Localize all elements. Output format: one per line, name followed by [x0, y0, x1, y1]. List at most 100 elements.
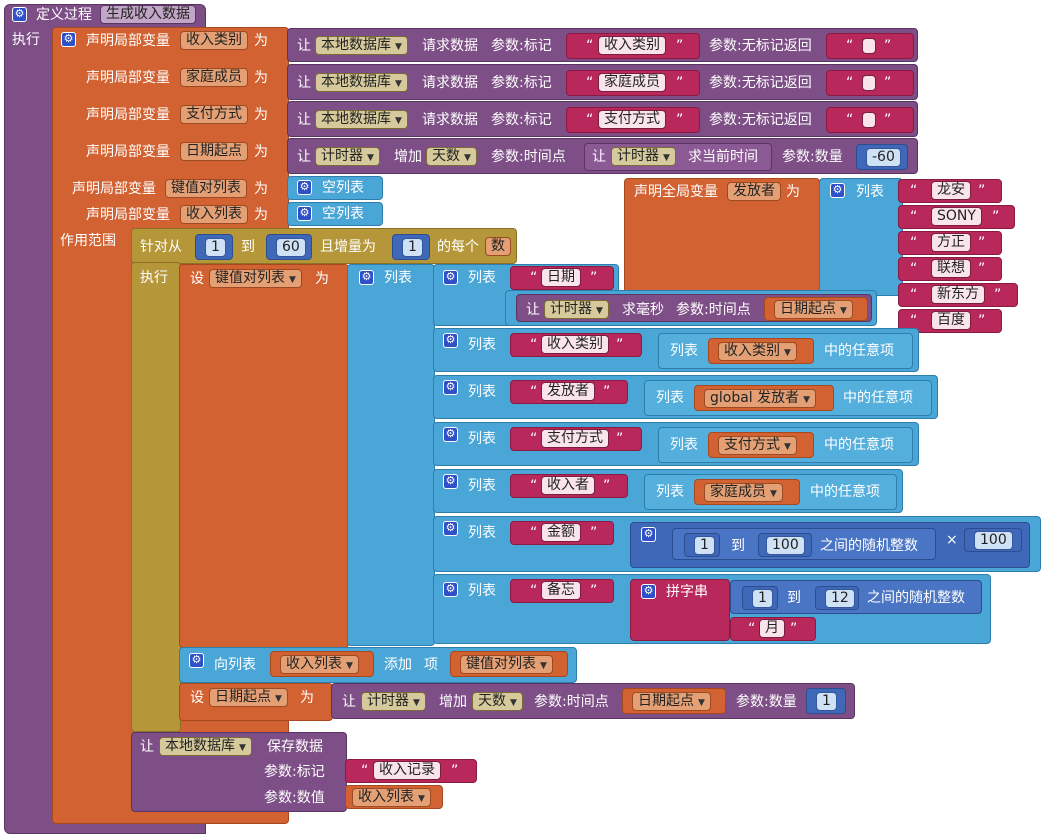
- variable-name: 键值对列表: [466, 656, 536, 672]
- timer-dropdown[interactable]: 计时器 ▼: [315, 147, 380, 166]
- variable-dropdown[interactable]: 日期起点 ▼: [774, 300, 853, 319]
- variable-dropdown[interactable]: 家庭成员 ▼: [704, 483, 783, 502]
- quote-close: ”: [978, 235, 986, 251]
- variable-dropdown[interactable]: 收入列表 ▼: [352, 788, 431, 807]
- global-item-field[interactable]: 百度: [931, 311, 971, 330]
- number-field[interactable]: 1: [402, 238, 423, 257]
- variable-dropdown[interactable]: 收入类别 ▼: [718, 342, 797, 361]
- global-item-field[interactable]: 新东方: [931, 285, 985, 304]
- number-field[interactable]: -60: [866, 148, 901, 167]
- variable-dropdown[interactable]: 键值对列表 ▼: [209, 269, 302, 288]
- number-field[interactable]: 1: [816, 692, 837, 711]
- gear-icon[interactable]: ⚙: [12, 7, 27, 22]
- text-field[interactable]: 发放者: [541, 382, 595, 401]
- text-field[interactable]: 支付方式: [598, 110, 666, 129]
- list-label: 列表: [384, 270, 412, 286]
- text-field[interactable]: [862, 38, 876, 54]
- gear-icon[interactable]: ⚙: [443, 521, 458, 536]
- text-field[interactable]: 收入者: [541, 476, 595, 495]
- text-field[interactable]: 月: [759, 619, 785, 638]
- gear-icon[interactable]: ⚙: [297, 180, 312, 195]
- unit-name: 天数: [478, 693, 506, 709]
- variable-dropdown[interactable]: global 发放者 ▼: [704, 389, 817, 408]
- gear-icon[interactable]: ⚙: [443, 270, 458, 285]
- empty-list-label: 空列表: [322, 206, 364, 222]
- gear-icon[interactable]: ⚙: [641, 527, 656, 542]
- gear-icon[interactable]: ⚙: [189, 653, 204, 668]
- gear-icon[interactable]: ⚙: [443, 427, 458, 442]
- item-label: 项: [424, 657, 438, 673]
- gear-icon[interactable]: ⚙: [641, 584, 656, 599]
- number-field[interactable]: 1: [694, 536, 715, 555]
- unit-dropdown[interactable]: 天数 ▼: [426, 147, 477, 166]
- unit-dropdown[interactable]: 天数 ▼: [472, 692, 523, 711]
- number-field[interactable]: 1: [205, 238, 226, 257]
- procedure-name-field[interactable]: 生成收入数据: [100, 5, 196, 24]
- list-label: 列表: [468, 583, 496, 599]
- number-field[interactable]: 100: [766, 536, 805, 555]
- local-name-field[interactable]: 收入列表: [180, 205, 248, 224]
- as-label: 为: [300, 690, 314, 706]
- db-component-dropdown[interactable]: 本地数据库 ▼: [315, 110, 408, 129]
- local-name-field[interactable]: 家庭成员: [180, 68, 248, 87]
- gear-icon[interactable]: ⚙: [443, 474, 458, 489]
- text-field[interactable]: 日期: [541, 268, 581, 287]
- db-component-dropdown[interactable]: 本地数据库 ▼: [315, 73, 408, 92]
- quote-close: ”: [451, 763, 459, 779]
- execute-label: 执行: [140, 270, 168, 286]
- number-field[interactable]: 60: [276, 238, 306, 257]
- db-component-dropdown[interactable]: 本地数据库 ▼: [315, 36, 408, 55]
- let-label: 让: [140, 739, 154, 755]
- variable-dropdown[interactable]: 收入列表 ▼: [280, 655, 359, 674]
- text-field[interactable]: [862, 75, 876, 91]
- quote-open: “: [530, 583, 538, 599]
- gear-icon[interactable]: ⚙: [359, 270, 374, 285]
- list-label: 列表: [468, 270, 496, 286]
- local-name-field[interactable]: 键值对列表: [165, 179, 247, 198]
- gear-icon[interactable]: ⚙: [443, 333, 458, 348]
- set-kv-block[interactable]: [179, 264, 349, 648]
- variable-dropdown[interactable]: 键值对列表 ▼: [460, 655, 553, 674]
- db-component-dropdown[interactable]: 本地数据库 ▼: [159, 737, 252, 756]
- as-label: 为: [254, 107, 268, 123]
- global-item-field[interactable]: 龙安: [931, 181, 971, 200]
- text-field[interactable]: 支付方式: [541, 429, 609, 448]
- quote-close: ”: [590, 270, 598, 286]
- text-field[interactable]: 收入类别: [598, 36, 666, 55]
- gear-icon[interactable]: ⚙: [830, 183, 845, 198]
- text-field[interactable]: 收入记录: [373, 761, 441, 780]
- chevron-down-icon: ▼: [840, 306, 847, 316]
- gear-icon[interactable]: ⚙: [297, 206, 312, 221]
- timer-dropdown[interactable]: 计时器 ▼: [361, 692, 426, 711]
- outer-list-block[interactable]: [347, 264, 435, 646]
- global-item-field[interactable]: 方正: [931, 233, 971, 252]
- text-field[interactable]: [862, 112, 876, 128]
- variable-dropdown[interactable]: 日期起点 ▼: [209, 688, 288, 707]
- set-label: 设: [190, 271, 204, 287]
- local-name-field[interactable]: 支付方式: [180, 105, 248, 124]
- gear-icon[interactable]: ⚙: [443, 380, 458, 395]
- global-item-field[interactable]: 联想: [931, 259, 971, 278]
- request-label: 请求数据: [422, 38, 478, 54]
- text-field[interactable]: 家庭成员: [598, 73, 666, 92]
- loop-variable-field[interactable]: 数: [485, 237, 511, 256]
- global-item-field[interactable]: SONY: [931, 207, 982, 226]
- timer-dropdown[interactable]: 计时器 ▼: [611, 147, 676, 166]
- quote-close: ”: [884, 112, 892, 128]
- variable-dropdown[interactable]: 日期起点 ▼: [632, 692, 711, 711]
- timer-dropdown[interactable]: 计时器 ▼: [544, 300, 609, 319]
- number-field[interactable]: 12: [825, 589, 855, 608]
- text-field[interactable]: 备忘: [541, 581, 581, 600]
- for-range-body[interactable]: [131, 262, 181, 732]
- gear-icon[interactable]: ⚙: [443, 582, 458, 597]
- text-field[interactable]: 收入类别: [541, 335, 609, 354]
- variable-dropdown[interactable]: 支付方式 ▼: [718, 436, 797, 455]
- gear-icon[interactable]: ⚙: [61, 32, 76, 47]
- text-field[interactable]: 金额: [541, 523, 581, 542]
- let-label: 让: [297, 149, 311, 165]
- local-name-field[interactable]: 收入类别: [180, 31, 248, 50]
- global-name-field[interactable]: 发放者: [727, 182, 781, 201]
- number-field[interactable]: 1: [752, 589, 773, 608]
- number-field[interactable]: 100: [974, 531, 1013, 550]
- local-name-field[interactable]: 日期起点: [180, 142, 248, 161]
